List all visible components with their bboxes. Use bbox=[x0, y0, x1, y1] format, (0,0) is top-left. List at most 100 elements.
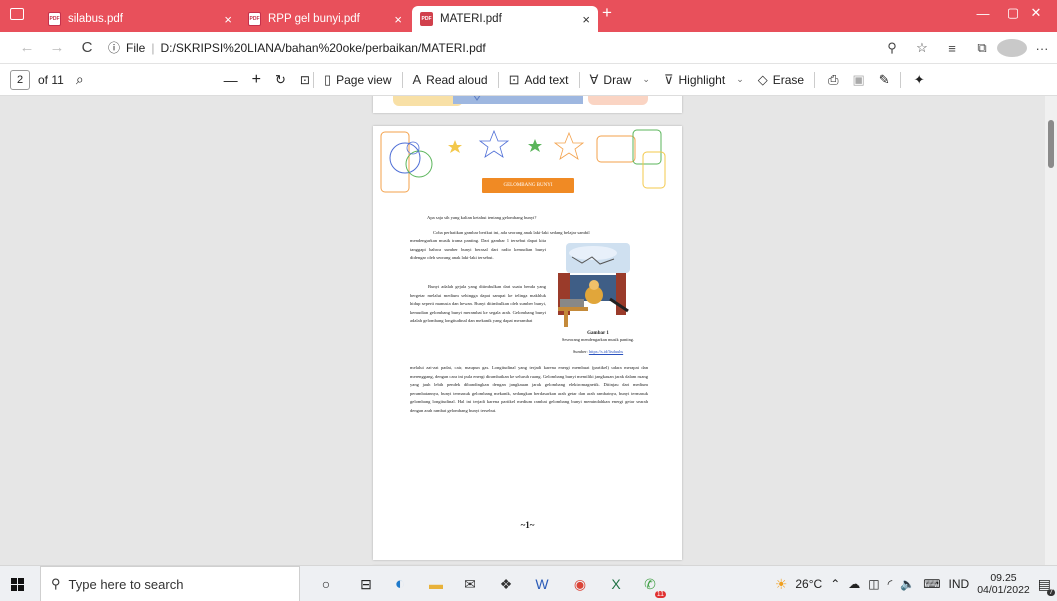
erase-label: Erase bbox=[772, 72, 805, 87]
figure-source-link[interactable]: https://s.id/lisduuhs bbox=[589, 349, 623, 354]
tab-title: silabus.pdf bbox=[68, 13, 123, 25]
url-field[interactable]: ⓘ File | D:/SKRIPSI%20LIANA/bahan%20oke/… bbox=[108, 39, 486, 56]
save-icon[interactable]: ▣ bbox=[853, 72, 865, 88]
erase-button[interactable]: ◇ Erase bbox=[751, 72, 811, 88]
search-icon: ⚲ bbox=[51, 576, 61, 591]
draw-button[interactable]: ∀ Draw ⌄ bbox=[583, 72, 657, 88]
mail-icon[interactable]: ✉ bbox=[458, 572, 482, 596]
divider bbox=[578, 71, 580, 88]
refresh-button[interactable]: C bbox=[72, 39, 102, 56]
zoom-out-button[interactable]: — bbox=[224, 72, 238, 88]
wifi-icon[interactable]: ◜ bbox=[888, 577, 893, 591]
scheme-label: File bbox=[126, 40, 146, 55]
clock-time: 09.25 bbox=[990, 572, 1017, 584]
cortana-icon[interactable]: ○ bbox=[314, 572, 338, 596]
favorite-add-icon[interactable]: ☆ bbox=[907, 40, 937, 56]
keyboard-icon[interactable]: ⌨ bbox=[923, 577, 940, 591]
print-icon[interactable]: ⎙ bbox=[828, 72, 838, 88]
paragraph-2: Bunyi adalah gejala yang ditimbulkan dar… bbox=[410, 284, 546, 323]
find-icon[interactable]: ⌕ bbox=[76, 71, 84, 88]
read-aloud-button[interactable]: A Read aloud bbox=[406, 72, 495, 87]
figure-source-label: Sumber: bbox=[572, 349, 588, 354]
tab-close-icon[interactable]: × bbox=[394, 12, 402, 27]
new-tab-button[interactable]: + bbox=[602, 3, 612, 23]
highlight-label: Highlight bbox=[678, 72, 726, 87]
word-icon[interactable]: W bbox=[530, 572, 554, 596]
chevron-down-icon[interactable]: ⌄ bbox=[736, 74, 744, 85]
previous-page bbox=[373, 96, 682, 113]
tab-materi[interactable]: PDF MATERI.pdf × bbox=[412, 6, 598, 32]
volume-icon[interactable]: 🔈 bbox=[900, 577, 915, 591]
temperature[interactable]: 26°C bbox=[795, 577, 822, 591]
current-page: GELOMBANG BUNYI Apa saja sih yang kalian… bbox=[373, 126, 682, 560]
chevron-down-icon[interactable]: ⌄ bbox=[642, 74, 650, 85]
whatsapp-icon[interactable]: ✆ 11 bbox=[638, 572, 666, 598]
page-number-input[interactable]: 2 bbox=[10, 69, 30, 90]
dropbox-icon[interactable]: ❖ bbox=[494, 572, 518, 596]
pdf-toolbar: 2 of 11 ⌕ — + ↻ ⊡ ▯ Page view A Read aloud… bbox=[0, 64, 1057, 96]
more-icon[interactable]: ··· bbox=[1027, 41, 1057, 56]
page-header-decoration bbox=[380, 129, 666, 193]
highlight-icon: ⊽ bbox=[663, 71, 674, 87]
close-window-button[interactable]: ✕ bbox=[1015, 0, 1057, 26]
profile-icon[interactable] bbox=[997, 39, 1027, 57]
task-view-icon[interactable]: ⊟ bbox=[354, 572, 378, 596]
tab-rpp[interactable]: PDF RPP gel bunyi.pdf × bbox=[240, 6, 410, 32]
rotate-icon[interactable]: ↻ bbox=[275, 72, 286, 88]
divider bbox=[497, 71, 499, 88]
save-as-icon[interactable]: ✎ bbox=[879, 72, 890, 88]
add-text-button[interactable]: ⊡ Add text bbox=[502, 72, 576, 88]
chrome-icon[interactable]: ◉ bbox=[568, 572, 592, 596]
section-banner: GELOMBANG BUNYI bbox=[482, 178, 574, 193]
draw-icon: ∀ bbox=[589, 71, 599, 87]
previous-page-decoration bbox=[393, 96, 648, 106]
scrollbar-thumb[interactable] bbox=[1048, 120, 1054, 168]
figure-caption-title: Gambar 1 bbox=[587, 331, 609, 336]
show-hidden-icons-icon[interactable]: ⌃ bbox=[830, 577, 840, 591]
collections-icon[interactable]: ⧉ bbox=[967, 40, 997, 56]
paragraph-1: mendengarkan musik irama panting. Dari g… bbox=[410, 238, 546, 260]
pdf-icon: PDF bbox=[248, 12, 261, 26]
page-view-label: Page view bbox=[336, 72, 392, 87]
edge-icon[interactable]: ◐ bbox=[388, 572, 412, 596]
notification-badge: 7 bbox=[1047, 588, 1055, 596]
zoom-icon[interactable]: ⚲ bbox=[877, 40, 907, 56]
back-button[interactable]: ← bbox=[12, 39, 42, 56]
tab-title: MATERI.pdf bbox=[440, 13, 502, 25]
tab-close-icon[interactable]: × bbox=[224, 12, 232, 27]
pdf-icon: PDF bbox=[48, 12, 61, 26]
page-view-button[interactable]: ▯ Page view bbox=[317, 72, 399, 88]
fit-page-icon[interactable]: ⊡ bbox=[300, 73, 310, 87]
taskbar: ⚲ Type here to search ○ ⊟ ◐ ▬ ✉ ❖ W ◉ X … bbox=[0, 565, 1057, 601]
intro-question: Apa saja sih yang kalian ketahui tentang… bbox=[427, 215, 537, 220]
tab-actions-icon[interactable] bbox=[10, 8, 24, 20]
clock[interactable]: 09.25 04/01/2022 bbox=[977, 572, 1030, 596]
pin-icon[interactable]: ✦ bbox=[914, 72, 925, 88]
highlight-button[interactable]: ⊽ Highlight ⌄ bbox=[657, 72, 751, 88]
network-icon[interactable]: ◫ bbox=[868, 577, 879, 591]
divider bbox=[401, 71, 403, 88]
language-indicator[interactable]: IND bbox=[949, 577, 970, 591]
taskbar-search-field[interactable]: ⚲ Type here to search bbox=[40, 566, 300, 601]
tab-silabus[interactable]: PDF silabus.pdf × bbox=[40, 6, 240, 32]
avatar bbox=[997, 39, 1027, 57]
url-text[interactable]: D:/SKRIPSI%20LIANA/bahan%20oke/perbaikan… bbox=[160, 41, 485, 55]
pdf-viewer[interactable]: GELOMBANG BUNYI Apa saja sih yang kalian… bbox=[0, 96, 1057, 565]
zoom-in-button[interactable]: + bbox=[252, 71, 261, 89]
windows-start-button[interactable] bbox=[11, 578, 24, 591]
onedrive-icon[interactable]: ☁ bbox=[848, 577, 860, 591]
tab-close-icon[interactable]: × bbox=[582, 12, 590, 27]
info-icon[interactable]: ⓘ bbox=[108, 39, 120, 56]
forward-button[interactable]: → bbox=[42, 39, 72, 56]
notification-icon[interactable]: ▤ 7 bbox=[1038, 576, 1055, 596]
figure-boy-listening-music bbox=[558, 243, 630, 327]
excel-icon[interactable]: X bbox=[604, 572, 628, 596]
page-number: ~1~ bbox=[520, 520, 535, 530]
draw-label: Draw bbox=[603, 72, 632, 87]
favorites-icon[interactable]: ≡ bbox=[937, 41, 967, 56]
file-explorer-icon[interactable]: ▬ bbox=[424, 572, 448, 596]
url-divider: | bbox=[151, 40, 155, 55]
scrollbar[interactable] bbox=[1045, 96, 1057, 565]
search-placeholder: Type here to search bbox=[68, 576, 184, 592]
weather-icon[interactable]: ☀ bbox=[775, 576, 788, 593]
